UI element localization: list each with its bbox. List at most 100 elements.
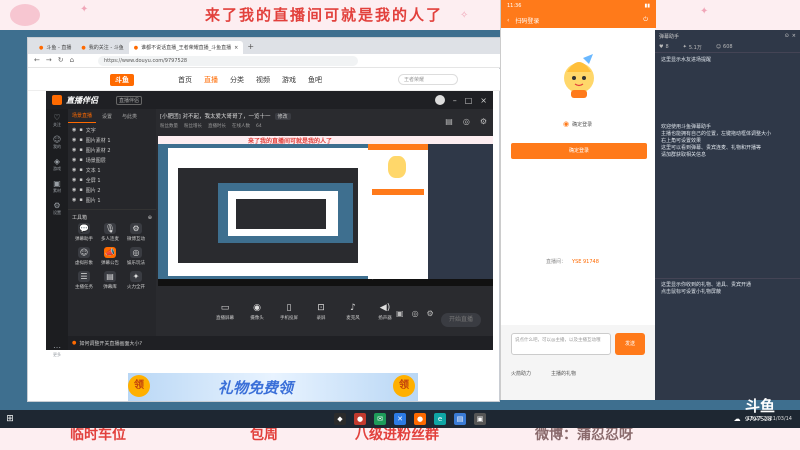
add-tool-icon[interactable]: ⊕ xyxy=(148,215,152,221)
edge-icon[interactable]: e xyxy=(434,413,446,425)
close-icon[interactable]: × xyxy=(792,33,796,39)
layer-item[interactable]: ◉ ▪ 场景图层 xyxy=(68,155,156,165)
rocket-item[interactable]: 火箭助力 xyxy=(511,370,531,377)
home-icon[interactable]: ⌂ xyxy=(70,56,74,64)
nav-game[interactable]: 游戏 xyxy=(282,75,296,85)
cloud-icon[interactable]: ☁ xyxy=(731,413,743,425)
lock-icon[interactable]: ▪ xyxy=(79,167,82,173)
layer-item[interactable]: ◉ ▪ 全屏 1 xyxy=(68,175,156,185)
microphone-control[interactable]: ♪ 麦克风 xyxy=(339,303,367,321)
nav-video[interactable]: 视频 xyxy=(256,75,270,85)
pin-icon[interactable]: ⊙ xyxy=(785,33,789,39)
gift-banner[interactable]: 礼物免费领 领 领 xyxy=(128,373,418,401)
record-icon[interactable]: ◎ xyxy=(463,117,470,126)
reload-icon[interactable]: ↻ xyxy=(58,56,64,64)
tool-task[interactable]: ☰ 主播任务 xyxy=(71,271,97,295)
lock-icon[interactable]: ▪ xyxy=(79,187,82,193)
user-avatar[interactable] xyxy=(434,95,445,105)
layer-item[interactable]: ◉ ▪ 文本 1 xyxy=(68,165,156,175)
record-toggle-icon[interactable]: ◎ xyxy=(412,309,419,318)
lock-icon[interactable]: ▪ xyxy=(79,177,82,183)
panel-tab-other[interactable]: 与此类 xyxy=(118,110,141,123)
eye-icon[interactable]: ◉ xyxy=(72,127,76,133)
douyu-app-icon[interactable]: ● xyxy=(414,413,426,425)
rail-follow[interactable]: ♡ 关注 xyxy=(46,109,68,131)
eye-icon[interactable]: ◉ xyxy=(72,147,76,153)
tool-danmu[interactable]: 💬 弹幕助手 xyxy=(71,223,97,247)
tool-announce[interactable]: 📣 弹幕公告 xyxy=(97,247,123,271)
settings-icon[interactable]: ⚙ xyxy=(427,309,434,318)
tool-fire[interactable]: ✦ 火力全开 xyxy=(123,271,149,295)
app-icon[interactable]: ✕ xyxy=(394,413,406,425)
power-icon[interactable]: ⏻ xyxy=(643,16,648,24)
site-search-input[interactable]: 王者荣耀 xyxy=(398,74,458,85)
panel-tab-scene[interactable]: 场景直播 xyxy=(68,109,97,123)
speaker-control[interactable]: ◀) 扬声器 xyxy=(371,303,399,321)
add-camera-source[interactable]: ◉ 摄像头 xyxy=(243,303,271,321)
eye-icon[interactable]: ◉ xyxy=(72,197,76,203)
chat-input[interactable]: 说点什么吧，可以@主播，以及主播互动哦 xyxy=(511,333,611,355)
rail-settings[interactable]: ⚙ 设置 xyxy=(46,197,68,219)
stream-preview[interactable]: 来了我的直播间可就是我的人了 斗鱼 xyxy=(158,136,493,286)
forward-icon[interactable]: → xyxy=(46,56,52,64)
nav-category[interactable]: 分类 xyxy=(230,75,244,85)
nav-yuba[interactable]: 鱼吧 xyxy=(308,75,322,85)
tool-library[interactable]: ▤ 弹幕库 xyxy=(97,271,123,295)
gift-item[interactable]: 主播的礼物 xyxy=(551,370,576,377)
send-button[interactable]: 发送 xyxy=(615,333,645,355)
back-icon[interactable]: ← xyxy=(34,56,40,64)
help-link[interactable]: 如何调整开关直播画面大小? xyxy=(79,340,142,347)
layer-item[interactable]: ◉ ▪ 图片素材 2 xyxy=(68,145,156,155)
layer-item[interactable]: ◉ ▪ 图片素材 1 xyxy=(68,135,156,145)
close-icon[interactable]: × xyxy=(234,45,238,51)
layout-icon[interactable]: ▤ xyxy=(445,117,453,126)
rail-mine[interactable]: ☺ 我的 xyxy=(46,131,68,153)
confirm-check[interactable]: ◉ 确定登录 xyxy=(563,120,592,128)
new-tab-icon[interactable]: + xyxy=(247,42,254,51)
lock-icon[interactable]: ▪ xyxy=(79,157,82,163)
tool-weibo[interactable]: ⚙ 微博互动 xyxy=(123,223,149,247)
layer-item[interactable]: ◉ ▪ 图片 1 xyxy=(68,195,156,205)
close-icon[interactable]: × xyxy=(480,96,487,105)
eye-icon[interactable]: ◉ xyxy=(72,157,76,163)
tool-fun[interactable]: ◎ 娱乐玩法 xyxy=(123,247,149,271)
settings-icon[interactable]: ⚙ xyxy=(480,117,487,126)
app-icon[interactable]: ▣ xyxy=(474,413,486,425)
video-icon[interactable]: ▣ xyxy=(396,309,404,318)
app-icon[interactable]: ▤ xyxy=(454,413,466,425)
lock-icon[interactable]: ▪ xyxy=(79,137,82,143)
nav-live[interactable]: 直播 xyxy=(204,75,218,85)
add-phone-source[interactable]: ▯ 手机投屏 xyxy=(275,303,303,321)
nav-home[interactable]: 首页 xyxy=(178,75,192,85)
lock-icon[interactable]: ▪ xyxy=(79,147,82,153)
back-icon[interactable]: ‹ xyxy=(507,17,509,24)
lock-icon[interactable]: ▪ xyxy=(79,197,82,203)
browser-tab[interactable]: ● 斗鱼 - 直播 xyxy=(34,41,76,54)
rail-material[interactable]: ▣ 素材 xyxy=(46,175,68,197)
windows-start-icon[interactable]: ⊞ xyxy=(4,413,16,425)
eye-icon[interactable]: ◉ xyxy=(72,167,76,173)
maximize-icon[interactable]: □ xyxy=(465,96,473,105)
lock-icon[interactable]: ▪ xyxy=(79,127,82,133)
confirm-login-button[interactable]: 确定登录 xyxy=(511,143,647,159)
add-screen-source[interactable]: ▭ 直播屏幕 xyxy=(211,303,239,321)
layer-item[interactable]: ◉ ▪ 文字 xyxy=(68,125,156,135)
layer-item[interactable]: ◉ ▪ 图片 2 xyxy=(68,185,156,195)
rail-game[interactable]: ◈ 游戏 xyxy=(46,153,68,175)
minimize-icon[interactable]: – xyxy=(453,96,457,105)
edit-title-button[interactable]: 修改 xyxy=(274,112,291,120)
site-logo[interactable]: 斗鱼 xyxy=(110,74,134,86)
eye-icon[interactable]: ◉ xyxy=(72,187,76,193)
app-icon[interactable]: ◆ xyxy=(334,413,346,425)
tool-avatar[interactable]: ☺ 虚拟形象 xyxy=(71,247,97,271)
eye-icon[interactable]: ◉ xyxy=(72,137,76,143)
add-record-source[interactable]: ⊡ 录屏 xyxy=(307,303,335,321)
browser-tab[interactable]: ● 我的关注 - 斗鱼 xyxy=(76,41,128,54)
wechat-icon[interactable]: ✉ xyxy=(374,413,386,425)
browser-tab-active[interactable]: ● 谁都不说话直播_王者荣耀直播_斗鱼直播 × xyxy=(128,41,244,54)
start-live-button[interactable]: 开始直播 xyxy=(441,313,481,327)
tool-multi-mic[interactable]: 🎙 多人连麦 xyxy=(97,223,123,247)
url-input[interactable]: https://www.douyu.com/9797528 xyxy=(98,56,358,66)
rail-more[interactable]: ⋯ 更多 xyxy=(46,339,68,361)
eye-icon[interactable]: ◉ xyxy=(72,177,76,183)
